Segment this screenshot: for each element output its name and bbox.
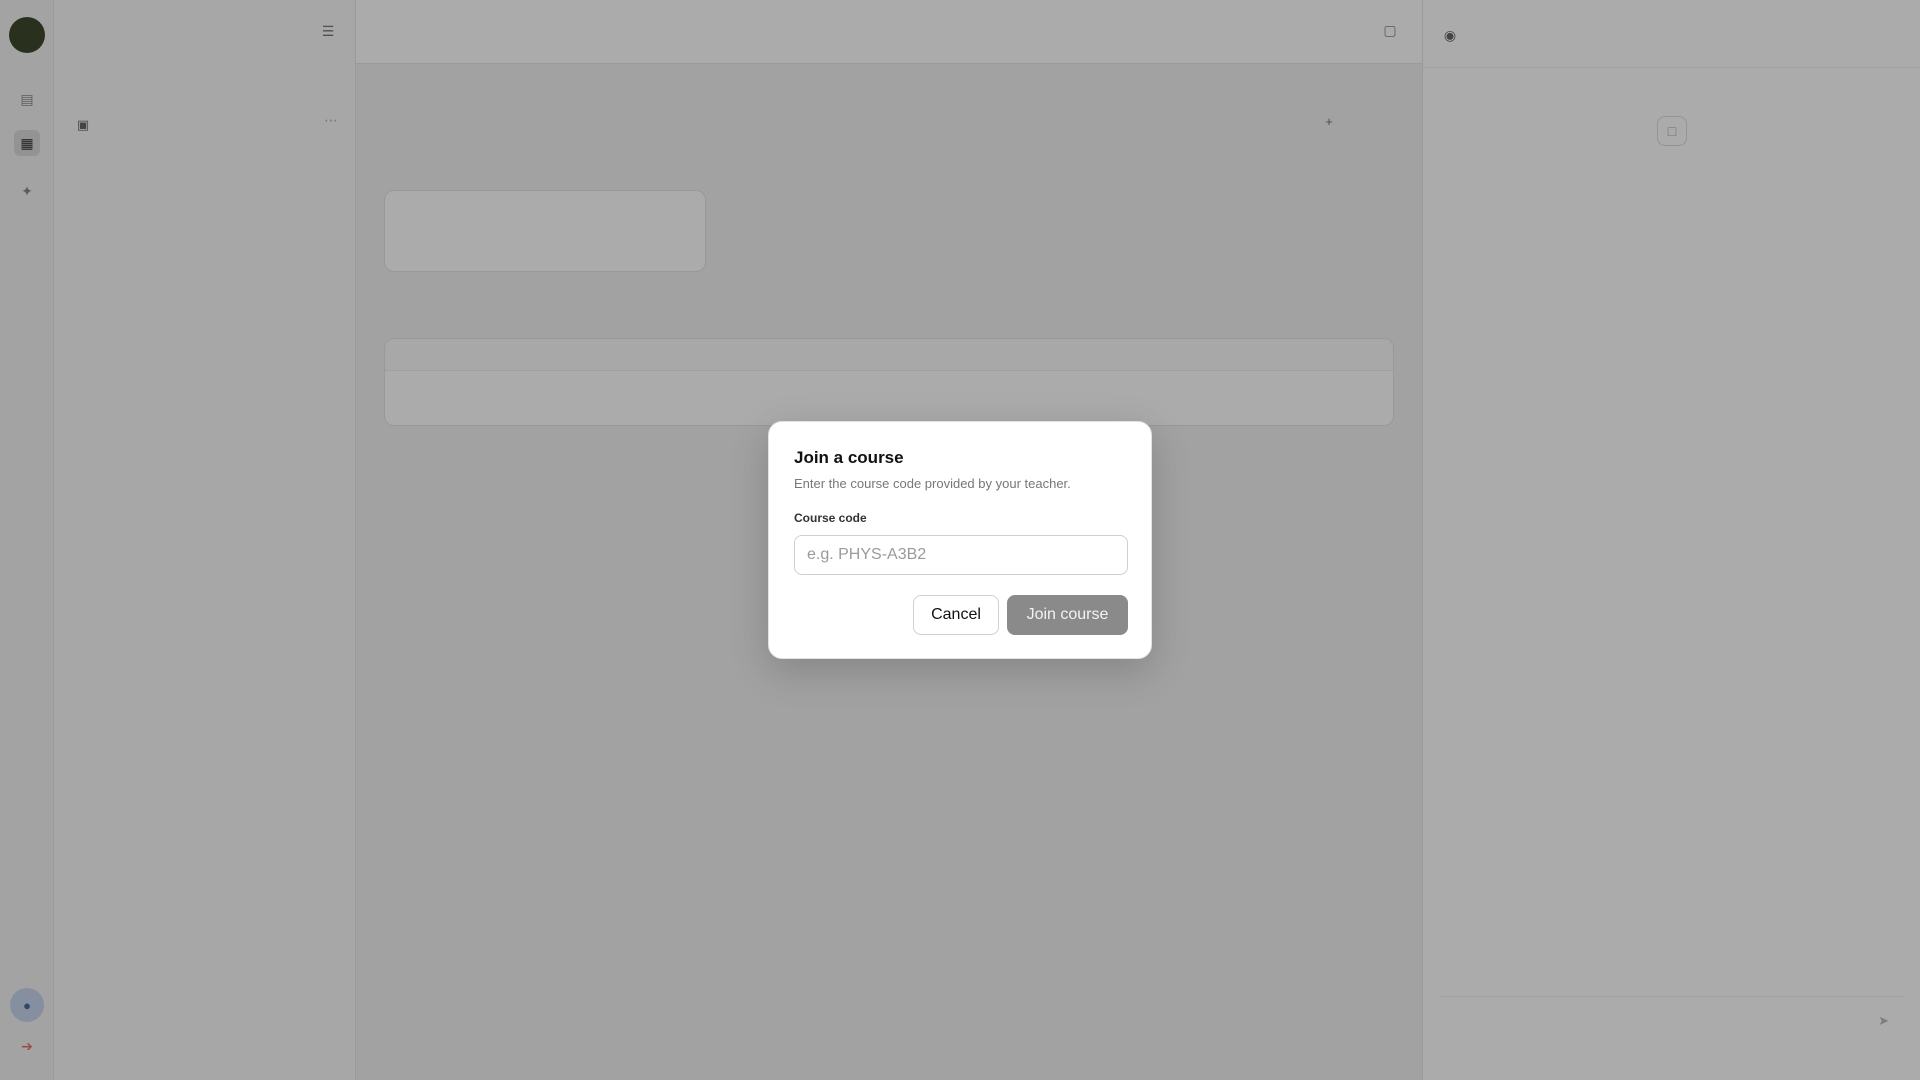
course-code-input[interactable] — [794, 535, 1128, 575]
join-course-button[interactable]: Join course — [1007, 595, 1128, 635]
dialog-description: Enter the course code provided by your t… — [794, 476, 1071, 491]
dialog-title: Join a course — [794, 448, 904, 467]
app: ▤ ▦ ✦ ● ➔ ☰ ▣ ⋯ ▢ + ◉ □ ➤ Join a course … — [0, 0, 1920, 1080]
join-course-dialog: Join a course Enter the course code prov… — [768, 421, 1152, 659]
cancel-button[interactable]: Cancel — [913, 595, 999, 635]
course-code-label: Course code — [794, 511, 867, 525]
